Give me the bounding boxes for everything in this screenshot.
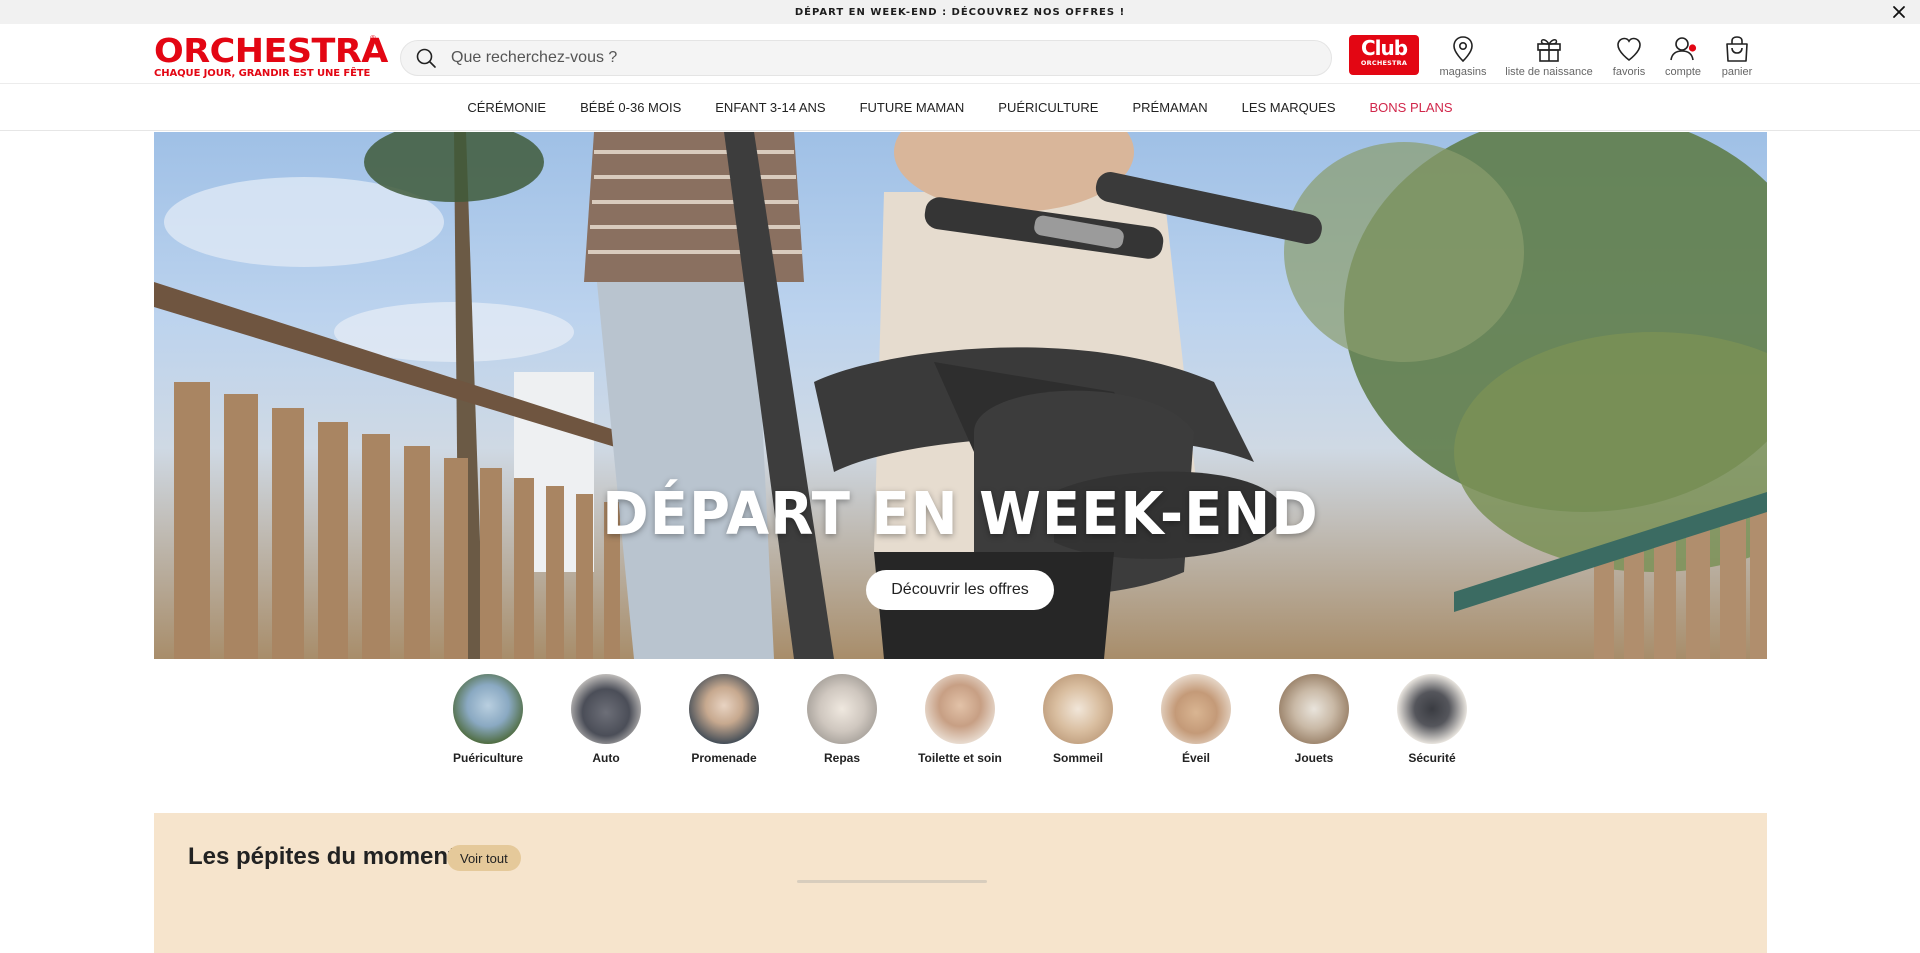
cart-label: panier xyxy=(1721,66,1753,78)
category-carousel: Puériculture Auto Promenade Repas Toilet… xyxy=(0,674,1920,774)
cart-link[interactable]: panier xyxy=(1712,34,1762,80)
favorites-link[interactable]: favoris xyxy=(1604,34,1654,80)
category-label: Promenade xyxy=(691,751,757,765)
site-header: ORCHESTRA ® CHAQUE JOUR, GRANDIR EST UNE… xyxy=(0,24,1920,84)
search-input[interactable] xyxy=(451,49,1251,67)
category-repas[interactable]: Repas xyxy=(783,674,901,774)
category-toilette-et-soin[interactable]: Toilette et soin xyxy=(901,674,1019,774)
orchestra-logo[interactable]: ORCHESTRA ® CHAQUE JOUR, GRANDIR EST UNE… xyxy=(154,34,388,80)
user-icon xyxy=(1670,37,1697,61)
category-image xyxy=(689,674,759,744)
hero-title: DÉPART EN WEEK-END xyxy=(602,480,1319,549)
see-all-button[interactable]: Voir tout xyxy=(447,845,521,871)
map-pin-icon xyxy=(1453,36,1473,63)
nav-item-bebe[interactable]: BÉBÉ 0-36 MOIS xyxy=(580,100,681,115)
announcement-bar: DÉPART EN WEEK-END : DÉCOUVREZ NOS OFFRE… xyxy=(0,0,1920,24)
logo-wordmark: ORCHESTRA xyxy=(154,31,388,70)
stores-label: magasins xyxy=(1439,66,1487,78)
category-image xyxy=(571,674,641,744)
club-sublabel: ORCHESTRA xyxy=(1360,59,1408,67)
nav-item-future-maman[interactable]: FUTURE MAMAN xyxy=(860,100,965,115)
category-label: Jouets xyxy=(1294,751,1334,765)
category-image xyxy=(925,674,995,744)
nav-item-marques[interactable]: LES MARQUES xyxy=(1242,100,1336,115)
category-label: Toilette et soin xyxy=(918,751,1002,765)
nav-item-bons-plans[interactable]: BONS PLANS xyxy=(1370,100,1453,115)
category-image xyxy=(1043,674,1113,744)
nav-item-premaman[interactable]: PRÉMAMAN xyxy=(1132,100,1207,115)
logo-registered-mark: ® xyxy=(370,34,376,43)
announcement-text[interactable]: DÉPART EN WEEK-END : DÉCOUVREZ NOS OFFRE… xyxy=(795,7,1125,18)
stores-link[interactable]: magasins xyxy=(1432,34,1494,80)
category-eveil[interactable]: Éveil xyxy=(1137,674,1255,774)
section-title: Les pépites du moment xyxy=(188,843,457,870)
club-label: Club xyxy=(1360,36,1408,60)
favorites-label: favoris xyxy=(1612,66,1646,78)
category-promenade[interactable]: Promenade xyxy=(665,674,783,774)
category-auto[interactable]: Auto xyxy=(547,674,665,774)
category-image xyxy=(807,674,877,744)
hero-banner[interactable]: DÉPART EN WEEK-END Découvrir les offres xyxy=(154,132,1767,659)
category-image xyxy=(453,674,523,744)
category-label: Repas xyxy=(823,751,861,765)
nav-item-puericulture[interactable]: PUÉRICULTURE xyxy=(998,100,1098,115)
account-label: compte xyxy=(1664,66,1702,78)
birth-list-link[interactable]: liste de naissance xyxy=(1500,34,1598,80)
close-icon[interactable] xyxy=(1890,3,1908,21)
category-label: Sécurité xyxy=(1408,751,1456,765)
birth-list-label: liste de naissance xyxy=(1505,66,1593,78)
category-image xyxy=(1161,674,1231,744)
category-label: Éveil xyxy=(1181,751,1211,765)
nav-item-ceremonie[interactable]: CÉRÉMONIE xyxy=(467,100,546,115)
club-orchestra-button[interactable]: Club ORCHESTRA xyxy=(1349,35,1419,75)
category-label: Sommeil xyxy=(1052,751,1103,765)
gift-icon xyxy=(1537,39,1561,62)
carousel-scrollbar[interactable] xyxy=(797,880,987,883)
main-nav: CÉRÉMONIE BÉBÉ 0-36 MOIS ENFANT 3-14 ANS… xyxy=(0,84,1920,131)
discover-offers-button[interactable]: Découvrir les offres xyxy=(866,570,1054,610)
pepites-section: Les pépites du moment Voir tout xyxy=(154,813,1767,953)
nav-item-enfant[interactable]: ENFANT 3-14 ANS xyxy=(715,100,825,115)
search-bar[interactable] xyxy=(400,40,1332,76)
category-securite[interactable]: Sécurité xyxy=(1373,674,1491,774)
category-image xyxy=(1279,674,1349,744)
category-sommeil[interactable]: Sommeil xyxy=(1019,674,1137,774)
heart-icon xyxy=(1617,37,1641,61)
bag-icon xyxy=(1726,36,1748,62)
account-link[interactable]: compte xyxy=(1658,34,1708,80)
search-icon[interactable] xyxy=(415,47,437,69)
category-puericulture[interactable]: Puériculture xyxy=(429,674,547,774)
category-label: Auto xyxy=(592,751,620,765)
category-image xyxy=(1397,674,1467,744)
category-label: Puériculture xyxy=(452,751,524,765)
category-jouets[interactable]: Jouets xyxy=(1255,674,1373,774)
